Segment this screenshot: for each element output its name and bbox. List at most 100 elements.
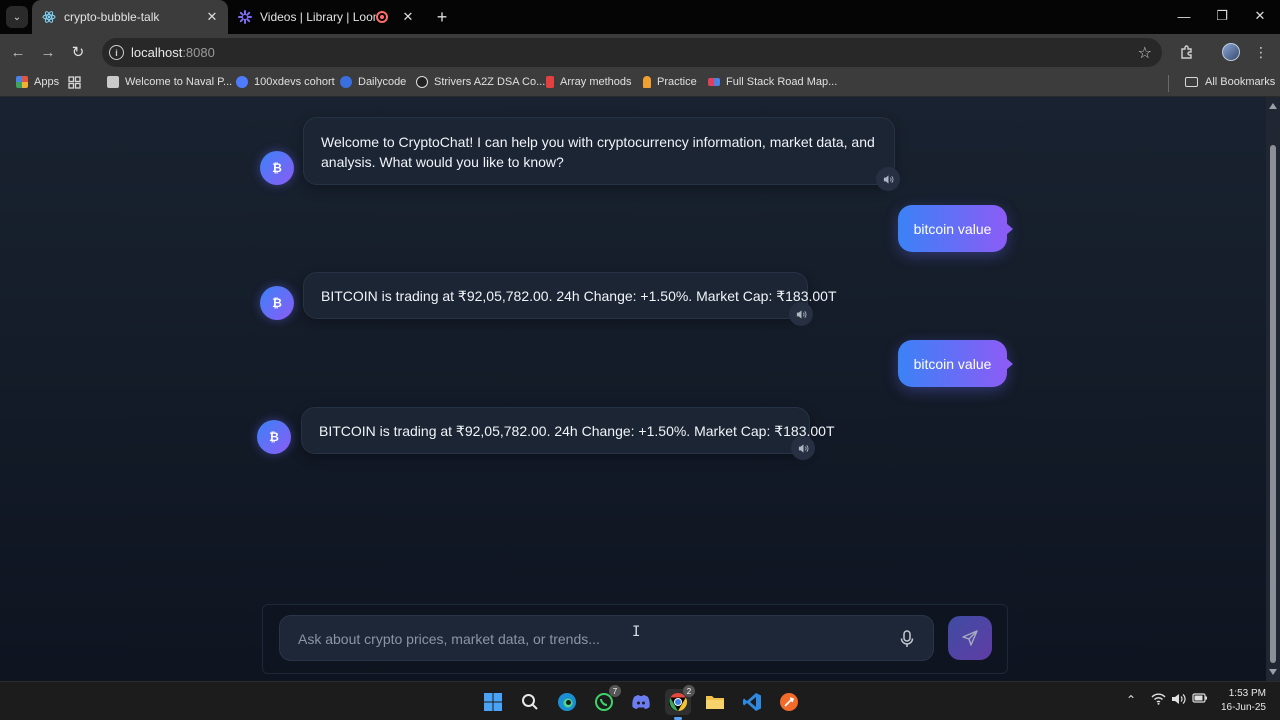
folder-icon <box>1185 77 1198 87</box>
volume-icon[interactable] <box>1171 693 1186 705</box>
bookmark-dailycode[interactable]: Dailycode <box>340 76 406 88</box>
bookmark-label: Dailycode <box>358 76 407 88</box>
tab-groups-icon[interactable] <box>68 76 81 89</box>
bookmark-label: Full Stack Road Map... <box>726 76 838 88</box>
message-text: BITCOIN is trading at ₹92,05,782.00. 24h… <box>321 288 837 304</box>
bookmark-100xdevs[interactable]: 100xdevs cohort <box>236 76 335 88</box>
message-input-box[interactable] <box>279 615 934 661</box>
edge-icon[interactable] <box>554 689 580 715</box>
naval-icon <box>107 76 119 88</box>
windows-start-icon[interactable] <box>480 689 506 715</box>
send-icon <box>962 630 978 646</box>
recording-icon <box>376 11 388 23</box>
tab-close-icon[interactable]: ✕ <box>204 9 220 25</box>
message-input[interactable] <box>298 628 878 650</box>
scroll-thumb[interactable] <box>1270 145 1276 663</box>
bookmark-label: Welcome to Naval P... <box>125 76 233 88</box>
wifi-icon[interactable] <box>1151 693 1166 705</box>
apps-grid-icon <box>16 76 28 88</box>
bot-message: Welcome to CryptoChat! I can help you wi… <box>303 117 895 185</box>
address-url[interactable]: localhost:8080 <box>131 45 215 60</box>
100x-icon <box>236 76 248 88</box>
tab-title: Videos | Library | Loom <box>260 10 376 24</box>
page-scrollbar[interactable] <box>1266 97 1280 681</box>
bookmark-apps[interactable]: Apps <box>16 76 59 88</box>
dailycode-icon <box>340 76 352 88</box>
message-text: BITCOIN is trading at ₹92,05,782.00. 24h… <box>319 423 835 439</box>
bot-avatar: ₿ <box>260 286 294 320</box>
scroll-down-icon[interactable] <box>1269 669 1277 675</box>
bookmarks-bar: Apps Welcome to Naval P... 100xdevs coho… <box>0 70 1280 97</box>
loom-icon <box>238 10 252 24</box>
reload-icon[interactable]: ↻ <box>68 42 88 62</box>
address-bar[interactable]: i localhost:8080 ☆ <box>102 38 1162 67</box>
chrome-icon[interactable]: 2 <box>665 685 695 720</box>
bookmark-star-icon[interactable]: ☆ <box>1138 43 1152 63</box>
bookmark-practice[interactable]: Practice <box>643 76 697 88</box>
bookmark-array-methods[interactable]: Array methods <box>546 76 632 88</box>
microphone-icon[interactable] <box>895 627 919 651</box>
url-port: :8080 <box>182 45 215 60</box>
url-host: localhost <box>131 45 183 60</box>
windows-taskbar: 7 2 ⌃ 1:53 PM 16-Jun-25 <box>0 681 1280 720</box>
bot-avatar: ₿ <box>257 420 291 454</box>
speaker-icon[interactable] <box>791 436 815 460</box>
react-atom-icon <box>42 10 56 24</box>
bitcoin-icon: ₿ <box>272 161 282 175</box>
restore-icon[interactable]: ❐ <box>1210 6 1234 26</box>
extensions-puzzle-icon[interactable] <box>1177 42 1197 62</box>
bookmark-strivers[interactable]: Strivers A2Z DSA Co... <box>416 76 545 88</box>
back-arrow-icon[interactable]: ← <box>8 42 28 62</box>
search-icon[interactable] <box>517 689 543 715</box>
discord-icon[interactable] <box>628 689 654 715</box>
minimize-icon[interactable]: — <box>1172 6 1196 26</box>
bookmark-label: Array methods <box>560 76 632 88</box>
tray-chevron-icon[interactable]: ⌃ <box>1126 693 1136 707</box>
forward-arrow-icon[interactable]: → <box>38 42 58 62</box>
message-text: bitcoin value <box>913 355 992 372</box>
user-message: bitcoin value <box>898 205 1013 252</box>
tab-crypto-bubble-talk[interactable]: crypto-bubble-talk ✕ <box>32 0 228 34</box>
bitcoin-icon: ₿ <box>269 430 279 444</box>
site-info-icon[interactable]: i <box>109 45 124 60</box>
browser-tab-strip: ⌄ crypto-bubble-talk ✕ Videos | Library … <box>0 0 1280 34</box>
whatsapp-icon[interactable]: 7 <box>591 685 621 715</box>
user-message: bitcoin value <box>898 340 1013 387</box>
send-button[interactable] <box>948 616 992 660</box>
bookmark-naval[interactable]: Welcome to Naval P... <box>107 76 232 88</box>
bot-message: BITCOIN is trading at ₹92,05,782.00. 24h… <box>303 272 837 319</box>
message-text: bitcoin value <box>913 220 992 237</box>
speaker-icon[interactable] <box>789 302 813 326</box>
speaker-icon[interactable] <box>876 167 900 191</box>
clock-time: 1:53 PM <box>1228 688 1266 699</box>
bookmarks-divider <box>1168 75 1169 92</box>
bot-message: BITCOIN is trading at ₹92,05,782.00. 24h… <box>301 407 835 454</box>
browser-menu-icon[interactable]: ⋮ <box>1251 42 1271 62</box>
message-text: Welcome to CryptoChat! I can help you wi… <box>321 134 875 170</box>
system-clock[interactable]: 1:53 PM 16-Jun-25 <box>1221 687 1266 715</box>
file-explorer-icon[interactable] <box>702 689 728 715</box>
bookmark-label: Practice <box>657 76 697 88</box>
text-cursor-icon: I <box>632 624 641 640</box>
tab-close-icon[interactable]: ✕ <box>400 9 416 25</box>
all-bookmarks-label: All Bookmarks <box>1205 76 1276 88</box>
scroll-up-icon[interactable] <box>1269 103 1277 109</box>
tab-title: crypto-bubble-talk <box>64 10 160 24</box>
tab-loom-library[interactable]: Videos | Library | Loom ✕ <box>230 0 424 34</box>
chat-page: ₿ Welcome to CryptoChat! I can help you … <box>0 97 1280 681</box>
clock-date: 16-Jun-25 <box>1220 702 1266 713</box>
bot-avatar: ₿ <box>260 151 294 185</box>
browser-toolbar: ← → ↻ i localhost:8080 ☆ ⋮ <box>0 34 1280 70</box>
tuf-icon <box>416 76 428 88</box>
postman-icon[interactable] <box>776 689 802 715</box>
profile-avatar[interactable] <box>1221 42 1241 62</box>
bitcoin-icon: ₿ <box>272 296 282 310</box>
window-close-icon[interactable]: ✕ <box>1248 6 1272 26</box>
bookmark-label: Apps <box>34 76 60 88</box>
bookmark-fullstack-roadmap[interactable]: Full Stack Road Map... <box>708 76 837 88</box>
all-bookmarks[interactable]: All Bookmarks <box>1185 76 1275 88</box>
new-tab-plus-icon[interactable]: + <box>432 7 452 27</box>
battery-icon[interactable] <box>1192 693 1208 703</box>
vscode-icon[interactable] <box>739 689 765 715</box>
tab-search-chevron-icon[interactable]: ⌄ <box>6 6 28 28</box>
